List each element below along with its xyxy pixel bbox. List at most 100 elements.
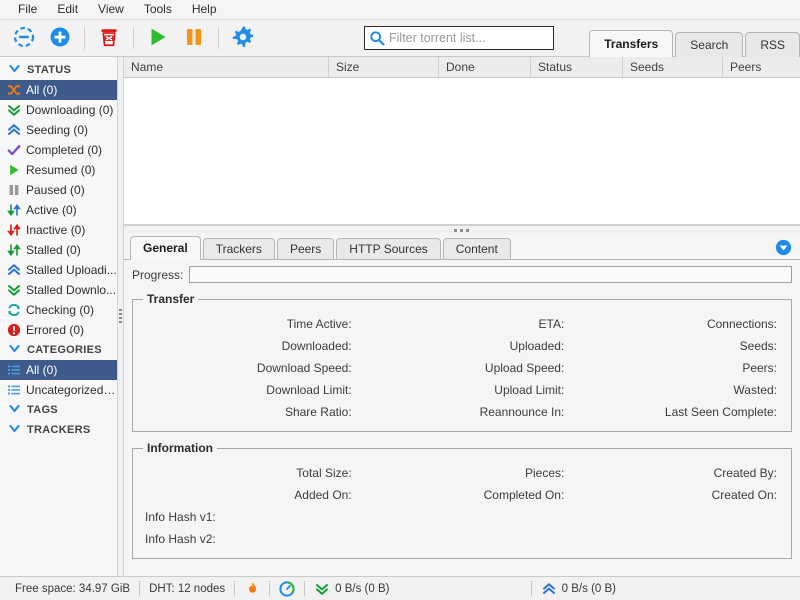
menu-item-file[interactable]: File [8, 0, 47, 19]
column-header-name[interactable]: Name [124, 57, 329, 77]
field-label: Info Hash v1: [145, 510, 216, 524]
column-header-size[interactable]: Size [329, 57, 439, 77]
menu-item-help[interactable]: Help [182, 0, 227, 19]
sidebar-item-stalled[interactable]: Stalled (0) [0, 240, 117, 260]
field-label: Connections: [706, 317, 777, 331]
chevron-down-icon [8, 402, 21, 418]
menu-item-tools[interactable]: Tools [134, 0, 182, 19]
tab-transfers[interactable]: Transfers [589, 30, 674, 57]
sidebar-item-checking[interactable]: Checking (0) [0, 300, 117, 320]
sidebar-item-errored[interactable]: Errored (0) [0, 320, 117, 340]
field-pieces: Pieces: [356, 462, 569, 484]
sidebar-item-inactive[interactable]: Inactive (0) [0, 220, 117, 240]
main-body: STATUS All (0) Downloading (0) Seeding (… [0, 57, 800, 576]
detail-splitter[interactable] [124, 225, 800, 234]
tab-http-sources[interactable]: HTTP Sources [336, 238, 441, 259]
field-label: Share Ratio: [284, 405, 352, 419]
information-field-grid: Total Size: Pieces: Created By: Added On… [143, 462, 781, 550]
sidebar-item-label: All (0) [26, 83, 58, 97]
torrent-table-body[interactable] [124, 78, 800, 224]
circle-chevron-down-icon[interactable] [775, 239, 792, 256]
speed-limit-button[interactable] [270, 580, 304, 597]
sidebar-item-label: Resumed (0) [26, 163, 96, 177]
shuffle-icon [6, 83, 21, 98]
tab-trackers[interactable]: Trackers [202, 238, 275, 259]
trash-x-icon [97, 25, 121, 52]
sidebar-item-all-status[interactable]: All (0) [0, 80, 117, 100]
sidebar-item-seeding[interactable]: Seeding (0) [0, 120, 117, 140]
sidebar-group-categories[interactable]: CATEGORIES [0, 340, 117, 360]
field-seeds: Seeds: [568, 335, 781, 357]
filter-sidebar: STATUS All (0) Downloading (0) Seeding (… [0, 57, 118, 576]
column-header-status[interactable]: Status [531, 57, 623, 77]
field-peers: Peers: [568, 357, 781, 379]
sidebar-group-status[interactable]: STATUS [0, 60, 117, 80]
menu-item-edit[interactable]: Edit [47, 0, 88, 19]
refresh-icon [6, 303, 21, 318]
tab-content[interactable]: Content [442, 238, 511, 259]
dht-label: DHT: 12 nodes [149, 582, 226, 595]
search-input[interactable] [386, 31, 553, 45]
field-label: Time Active: [286, 317, 352, 331]
menu-item-view[interactable]: View [88, 0, 134, 19]
pause-icon [6, 183, 21, 198]
filter-search-box[interactable] [364, 26, 554, 50]
field-label: Created By: [713, 466, 777, 480]
toolbar-separator [218, 27, 219, 49]
tab-peers[interactable]: Peers [276, 238, 335, 259]
sidebar-item-stalled-uploading[interactable]: Stalled Uploadi... [0, 260, 117, 280]
field-total-size: Total Size: [143, 462, 356, 484]
upload-speed-indicator: 0 B/s (0 B) [532, 581, 625, 597]
upload-speed-label: 0 B/s (0 B) [561, 582, 616, 595]
column-header-seeds[interactable]: Seeds [623, 57, 723, 77]
sidebar-item-label: All (0) [26, 363, 58, 377]
main-tab-bar: Transfers Search RSS [587, 30, 800, 57]
sidebar-item-label: Seeding (0) [26, 123, 89, 137]
sidebar-item-label: Paused (0) [26, 183, 85, 197]
tab-search[interactable]: Search [675, 32, 744, 57]
sidebar-item-downloading[interactable]: Downloading (0) [0, 100, 117, 120]
sidebar-group-trackers[interactable]: TRACKERS [0, 420, 117, 440]
add-torrent-link-button[interactable] [6, 21, 42, 55]
flame-icon [244, 581, 260, 597]
sidebar-splitter[interactable] [118, 57, 124, 576]
resume-button[interactable] [140, 21, 176, 55]
list-icon [6, 363, 21, 378]
field-label: ETA: [538, 317, 565, 331]
field-label: Info Hash v2: [145, 532, 216, 546]
main-toolbar: Transfers Search RSS [0, 19, 800, 57]
sidebar-item-label: Stalled Uploadi... [26, 263, 117, 277]
qbittorrent-window: File Edit View Tools Help Filter torrent… [0, 0, 800, 600]
sidebar-item-stalled-downloading[interactable]: Stalled Downlo... [0, 280, 117, 300]
sidebar-item-resumed[interactable]: Resumed (0) [0, 160, 117, 180]
tab-general[interactable]: General [130, 236, 201, 260]
tab-rss[interactable]: RSS [745, 32, 800, 57]
up-down-arrows-icon [6, 203, 21, 218]
column-header-peers[interactable]: Peers [723, 57, 796, 77]
sidebar-item-label: Completed (0) [26, 143, 103, 157]
field-label: Reannounce In: [479, 405, 565, 419]
up-down-arrows-green-icon [6, 243, 21, 258]
sidebar-item-all-categories[interactable]: All (0) [0, 360, 117, 380]
sidebar-item-label: Downloading (0) [26, 103, 114, 117]
splitter-grip [453, 228, 471, 232]
sidebar-item-active[interactable]: Active (0) [0, 200, 117, 220]
add-torrent-file-button[interactable] [42, 21, 78, 55]
connection-status-button[interactable] [235, 581, 269, 597]
column-header-done[interactable]: Done [439, 57, 531, 77]
sidebar-group-label: CATEGORIES [27, 344, 102, 356]
sidebar-item-completed[interactable]: Completed (0) [0, 140, 117, 160]
transfer-field-grid: Time Active: ETA: Connections: Downloade… [143, 313, 781, 423]
sidebar-item-paused[interactable]: Paused (0) [0, 180, 117, 200]
speedometer-icon [279, 580, 295, 597]
list-icon [6, 383, 21, 398]
field-spacer [568, 528, 781, 550]
pause-button[interactable] [176, 21, 212, 55]
field-download-speed: Download Speed: [143, 357, 356, 379]
delete-button[interactable] [91, 21, 127, 55]
detail-panel: General Trackers Peers HTTP Sources Cont… [124, 234, 800, 576]
sidebar-item-uncategorized[interactable]: Uncategorized (0) [0, 380, 117, 400]
double-chevron-up-icon [6, 123, 21, 138]
sidebar-group-tags[interactable]: TAGS [0, 400, 117, 420]
preferences-button[interactable] [225, 21, 261, 55]
